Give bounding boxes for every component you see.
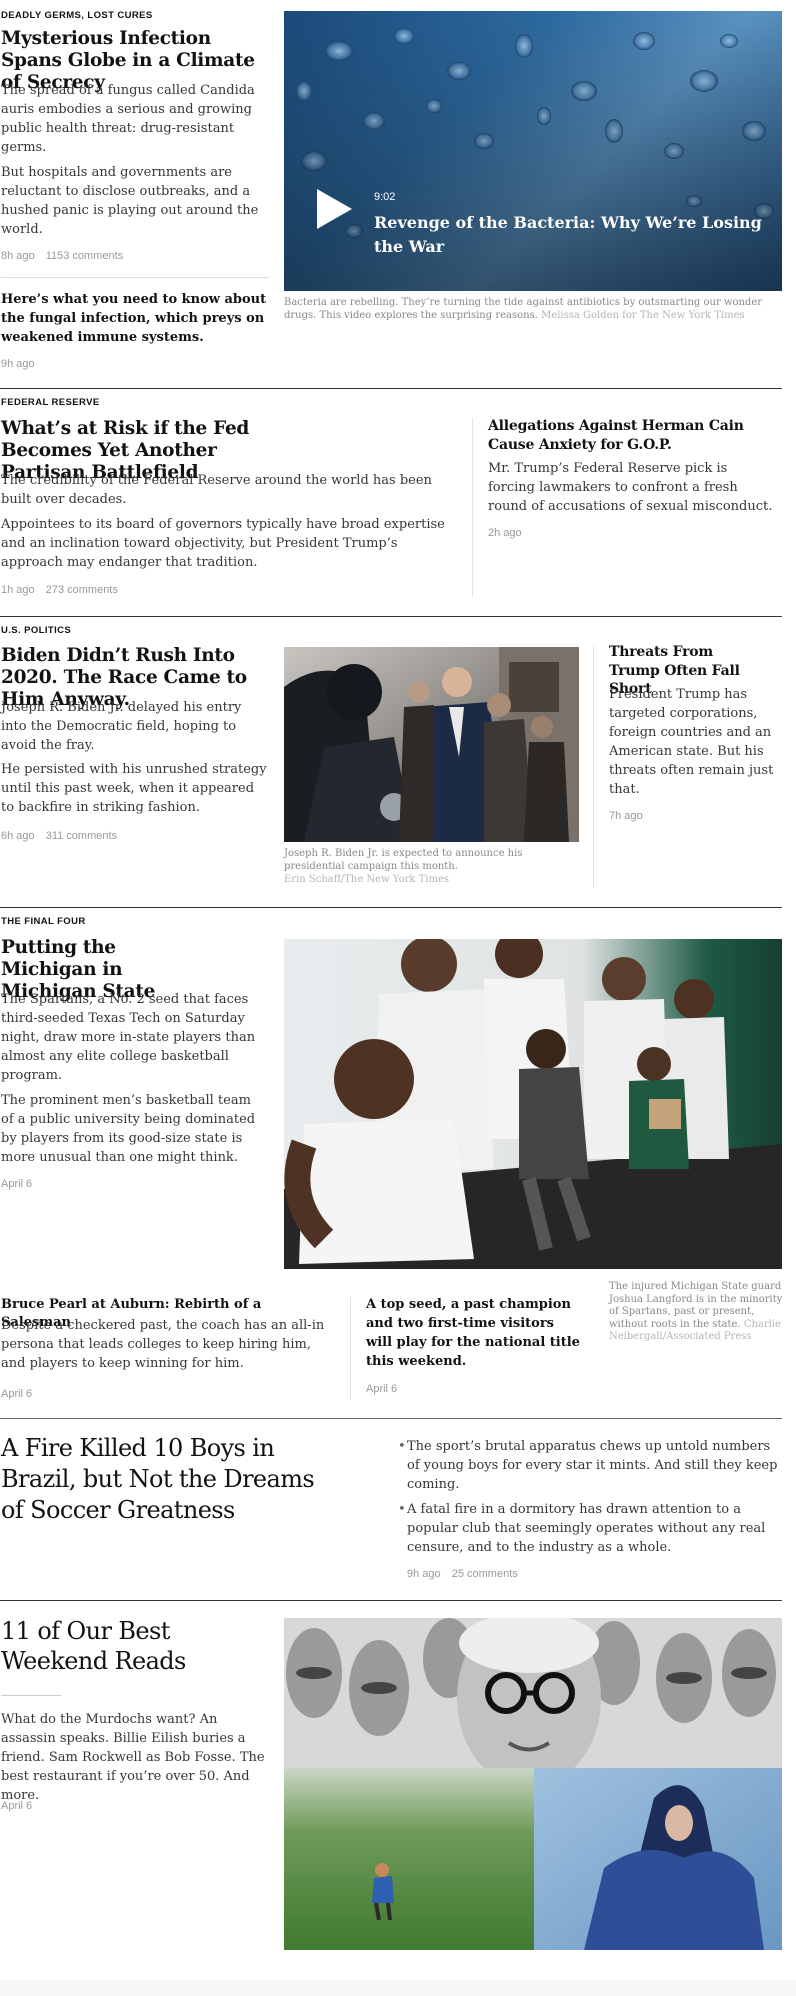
story-meta: 9h ago 25 comments (407, 1568, 526, 1580)
section-kicker: U.S. Politics (1, 625, 72, 636)
timestamp: 9h ago (407, 1568, 441, 1580)
comments-link[interactable]: 1153 comments (46, 250, 123, 262)
section-divider (0, 388, 782, 389)
story-summary: The credibility of the Federal Reserve a… (1, 473, 432, 507)
photo-caption: Joseph R. Biden Jr. is expected to annou… (284, 847, 524, 886)
side-headline-link[interactable]: Allegations Against Herman Cain Cause An… (488, 417, 778, 454)
video-title[interactable]: Revenge of the Bacteria: Why We’re Losin… (374, 211, 764, 259)
comments-link[interactable]: 311 comments (46, 830, 117, 842)
column-divider (472, 418, 473, 596)
video-caption: Bacteria are rebelling. They’re turning … (284, 296, 782, 322)
timestamp: 1h ago (1, 584, 35, 596)
section-divider (0, 907, 782, 908)
column-divider (350, 1297, 351, 1400)
section-divider (0, 616, 782, 617)
story-summary: The prominent men’s basketball team of a… (1, 1093, 256, 1165)
story-summary: The Spartans, a No. 2 seed that faces th… (1, 992, 256, 1083)
photo-caption: The injured Michigan State guard Joshua … (609, 1281, 784, 1344)
story-headline-link[interactable]: A Fire Killed 10 Boys in Brazil, but Not… (1, 1433, 321, 1526)
section-kicker: Federal Reserve (1, 397, 100, 408)
section-kicker: Deadly Germs, Lost Cures (1, 10, 153, 21)
column-divider (593, 645, 594, 888)
timestamp: April 6 (1, 1178, 33, 1190)
story-meta: 8h ago 1153 comments (1, 250, 131, 262)
photo-credit: Erin Schaff/The New York Times (284, 874, 450, 885)
timestamp: 2h ago (488, 527, 522, 539)
section-divider (0, 1418, 782, 1419)
sub-summary: Despite a checkered past, the coach has … (1, 1318, 325, 1371)
timestamp: 6h ago (1, 830, 35, 842)
biden-photo[interactable] (284, 647, 579, 842)
story-meta: 1h ago 273 comments (1, 584, 126, 596)
collage-illustration (284, 1618, 782, 1950)
caption-text: Joseph R. Biden Jr. is expected to annou… (284, 848, 523, 872)
players-mural-illustration (284, 939, 782, 1269)
related-headline-link[interactable]: Here’s what you need to know about the f… (1, 290, 269, 347)
timestamp: 8h ago (1, 250, 35, 262)
summary-bullet: A fatal fire in a dormitory has drawn at… (398, 1500, 782, 1557)
section-divider (0, 1600, 782, 1601)
short-divider (1, 1695, 61, 1696)
comments-link[interactable]: 25 comments (452, 1568, 518, 1580)
photo-credit: Melissa Golden for The New York Times (541, 310, 745, 321)
timestamp: April 6 (366, 1383, 398, 1395)
side-summary: President Trump has targeted corporation… (609, 687, 774, 797)
page-footer-bar (0, 1980, 796, 1996)
story-summary: Joseph R. Biden Jr. delayed his entry in… (1, 700, 242, 753)
story-headline-link[interactable]: 11 of Our Best Weekend Reads (1, 1616, 201, 1676)
timestamp: April 6 (1, 1800, 33, 1812)
story-summary: Appointees to its board of governors typ… (1, 517, 445, 570)
divider (1, 277, 269, 278)
comments-link[interactable]: 273 comments (46, 584, 118, 596)
crowd-photo-illustration (284, 647, 579, 842)
side-summary: Mr. Trump’s Federal Reserve pick is forc… (488, 461, 773, 514)
summary-bullet: The sport’s brutal apparatus chews up un… (398, 1437, 782, 1494)
video-duration: 9:02 (374, 191, 396, 203)
weekend-reads-collage[interactable] (284, 1618, 782, 1950)
section-kicker: The Final Four (1, 916, 86, 927)
timestamp: April 6 (1, 1388, 33, 1400)
sub-headline-link[interactable]: A top seed, a past champion and two firs… (366, 1295, 584, 1371)
story-bullets: The sport’s brutal apparatus chews up un… (398, 1437, 782, 1563)
story-meta: 6h ago 311 comments (1, 830, 125, 842)
michigan-state-photo[interactable] (284, 939, 782, 1269)
timestamp: 7h ago (609, 810, 643, 822)
story-summary: What do the Murdochs want? An assassin s… (1, 1712, 265, 1803)
story-summary: The spread of a fungus called Candida au… (1, 83, 255, 155)
story-summary: He persisted with his unrushed strategy … (1, 762, 267, 815)
story-summary: But hospitals and governments are reluct… (1, 165, 259, 237)
video-player[interactable]: 9:02 Revenge of the Bacteria: Why We’re … (284, 11, 782, 291)
timestamp: 9h ago (1, 358, 35, 370)
